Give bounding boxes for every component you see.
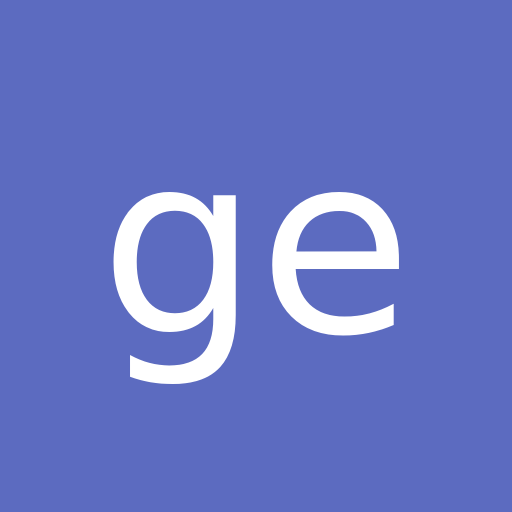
avatar: ge [0,0,512,512]
avatar-initials: ge [99,100,413,391]
